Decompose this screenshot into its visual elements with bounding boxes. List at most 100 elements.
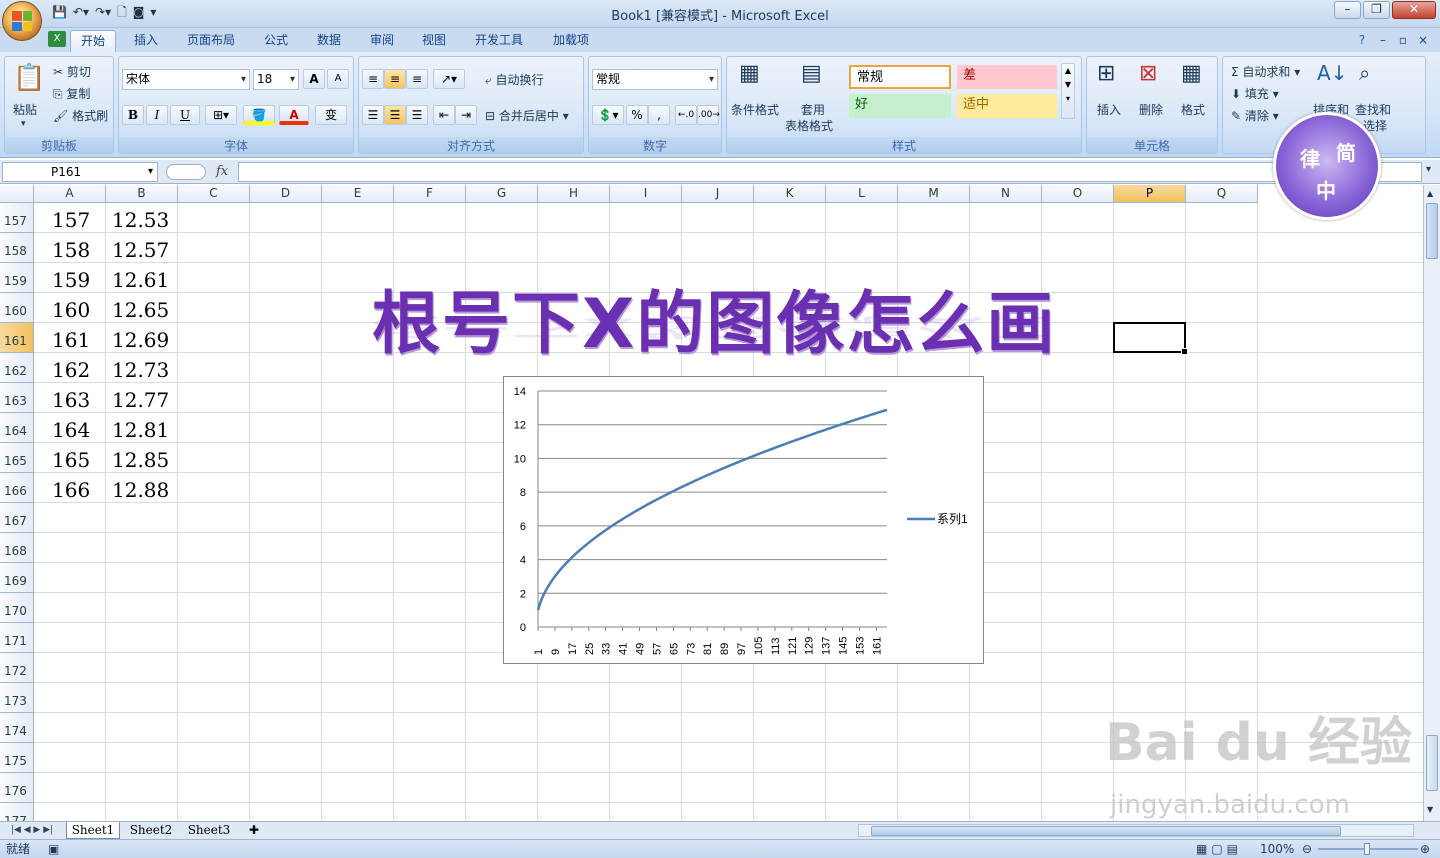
column-header-c[interactable]: C [178, 185, 250, 203]
increase-indent-button[interactable]: ⇥ [455, 105, 477, 125]
ribbon-restore-icon[interactable]: ▫ [1396, 30, 1410, 52]
restore-button[interactable]: ❐ [1363, 1, 1390, 19]
tab-developer[interactable]: 开发工具 [466, 30, 532, 52]
style-normal[interactable]: 常规 [849, 65, 951, 89]
increase-decimal-button[interactable]: ←.0 [675, 105, 697, 125]
cell-b164[interactable]: 12.81 [112, 415, 169, 445]
align-center-button[interactable]: ☰ [384, 105, 406, 125]
sheet-tab-2[interactable]: Sheet2 [124, 822, 178, 839]
column-header-q[interactable]: Q [1186, 185, 1258, 203]
percent-button[interactable]: % [626, 105, 648, 125]
column-header-e[interactable]: E [322, 185, 394, 203]
line-chart[interactable]: 0 2 4 6 8 10 12 14 1 9 17 25 33 41 49 57 65 73 81 89 97 105 11… [503, 376, 984, 664]
vertical-scroll-thumb[interactable] [1426, 203, 1438, 259]
column-header-f[interactable]: F [394, 185, 466, 203]
comma-button[interactable]: , [648, 105, 670, 125]
row-header-160[interactable]: 160 [0, 293, 34, 323]
row-header-164[interactable]: 164 [0, 413, 34, 443]
column-header-g[interactable]: G [466, 185, 538, 203]
select-all-corner[interactable] [0, 185, 34, 203]
conditional-format-icon[interactable]: ▦ [739, 61, 760, 86]
align-top-button[interactable]: ≡ [362, 69, 384, 89]
format-painter-button[interactable]: 🖌 格式刷 [53, 107, 108, 124]
font-name-combo[interactable]: 宋体 [122, 69, 250, 90]
cell-a159[interactable]: 159 [52, 265, 90, 295]
cell-a163[interactable]: 163 [52, 385, 90, 415]
number-format-combo[interactable]: 常规 [592, 69, 718, 90]
font-size-combo[interactable]: 18 [253, 69, 299, 90]
row-header-172[interactable]: 172 [0, 653, 34, 683]
scroll-down-icon[interactable]: ▼ [1427, 805, 1433, 814]
column-header-h[interactable]: H [538, 185, 610, 203]
cell-a166[interactable]: 166 [52, 475, 90, 505]
align-left-button[interactable]: ☰ [362, 105, 384, 125]
align-bottom-button[interactable]: ≡ [406, 69, 428, 89]
column-header-p[interactable]: P [1114, 185, 1186, 203]
ribbon-minimize-icon[interactable]: – [1376, 30, 1390, 52]
tab-insert[interactable]: 插入 [124, 30, 168, 52]
cell-b160[interactable]: 12.65 [112, 295, 169, 325]
row-header-177[interactable]: 177 [0, 803, 34, 821]
row-header-162[interactable]: 162 [0, 353, 34, 383]
column-header-a[interactable]: A [34, 185, 106, 203]
delete-cells-icon[interactable]: ⊠ [1139, 61, 1157, 86]
row-header-158[interactable]: 158 [0, 233, 34, 263]
font-color-button[interactable]: A [279, 105, 309, 125]
cell-a161[interactable]: 161 [52, 325, 90, 355]
row-header-173[interactable]: 173 [0, 683, 34, 713]
decrease-decimal-button[interactable]: .00→ [697, 105, 720, 125]
zoom-slider-thumb[interactable] [1364, 843, 1370, 855]
copy-button[interactable]: ⎘ 复制 [53, 85, 90, 102]
paste-button[interactable]: 粘贴 [13, 101, 37, 118]
format-cells-button[interactable]: 格式 [1181, 101, 1205, 118]
cell-b157[interactable]: 12.53 [112, 205, 169, 235]
tab-data[interactable]: 数据 [307, 30, 351, 52]
orientation-button[interactable]: ↗▾ [433, 69, 465, 89]
fill-button[interactable]: ⬇ 填充 ▾ [1231, 85, 1279, 102]
row-header-165[interactable]: 165 [0, 443, 34, 473]
column-header-n[interactable]: N [970, 185, 1042, 203]
row-header-170[interactable]: 170 [0, 593, 34, 623]
insert-cells-button[interactable]: 插入 [1097, 101, 1121, 118]
autosum-button[interactable]: Σ 自动求和 ▾ [1231, 63, 1300, 80]
fill-color-button[interactable]: 🪣 [243, 105, 275, 125]
column-header-d[interactable]: D [250, 185, 322, 203]
cell-a162[interactable]: 162 [52, 355, 90, 385]
cell-a160[interactable]: 160 [52, 295, 90, 325]
sheet-tab-3[interactable]: Sheet3 [182, 822, 236, 839]
cell-a165[interactable]: 165 [52, 445, 90, 475]
style-good[interactable]: 好 [849, 94, 951, 118]
name-box[interactable]: P161 [2, 162, 158, 182]
close-button[interactable]: ✕ [1392, 1, 1436, 19]
underline-button[interactable]: U [170, 105, 200, 125]
view-buttons[interactable]: ▦▢▤ [1196, 840, 1242, 858]
formula-input[interactable] [238, 162, 1422, 182]
row-header-176[interactable]: 176 [0, 773, 34, 803]
zoom-in-icon[interactable]: ⊕ [1420, 840, 1430, 858]
ribbon-close-icon[interactable]: × [1416, 30, 1430, 52]
insert-sheet-icon[interactable]: ✚ [240, 822, 268, 839]
tab-review[interactable]: 审阅 [360, 30, 404, 52]
office-button[interactable] [2, 1, 42, 41]
row-header-166[interactable]: 166 [0, 473, 34, 503]
phonetic-button[interactable]: 变 [315, 105, 347, 125]
border-button[interactable]: ⊞▾ [205, 105, 237, 125]
cell-a158[interactable]: 158 [52, 235, 90, 265]
style-bad[interactable]: 差 [957, 65, 1057, 89]
paste-icon[interactable]: 📋 [13, 63, 45, 93]
tab-page-layout[interactable]: 页面布局 [178, 30, 244, 52]
row-header-169[interactable]: 169 [0, 563, 34, 593]
find-select-button[interactable]: 查找和 [1355, 101, 1391, 118]
tab-addins[interactable]: 加载项 [542, 30, 600, 52]
help-icon[interactable]: ? [1354, 30, 1370, 52]
vertical-scrollbar[interactable]: ▲ ▼ [1423, 185, 1440, 821]
scroll-up-icon[interactable]: ▲ [1427, 189, 1433, 198]
currency-button[interactable]: 💲▾ [592, 105, 624, 125]
cell-b161[interactable]: 12.69 [112, 325, 169, 355]
table-format-icon[interactable]: ▤ [801, 61, 822, 86]
conditional-format-button[interactable]: 条件格式 [731, 101, 779, 118]
row-header-175[interactable]: 175 [0, 743, 34, 773]
cell-a157[interactable]: 157 [52, 205, 90, 235]
cell-b163[interactable]: 12.77 [112, 385, 169, 415]
column-header-j[interactable]: J [682, 185, 754, 203]
